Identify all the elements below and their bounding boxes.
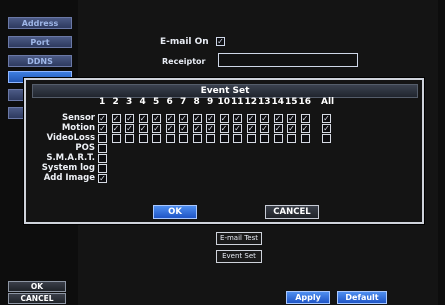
channel-header: 8 [193, 97, 200, 107]
event-row-label: S.M.A.R.T. [46, 153, 95, 163]
sidebar-item-port[interactable]: Port [8, 36, 72, 48]
event-checkbox[interactable]: ✓ [233, 124, 242, 133]
event-checkbox[interactable]: ✓ [219, 124, 229, 133]
channel-header: 10 [217, 97, 231, 107]
event-checkbox[interactable] [165, 134, 175, 143]
event-checkbox[interactable]: ✓ [165, 114, 175, 123]
event-row-label: VideoLoss [46, 133, 95, 143]
channel-header: 15 [285, 97, 298, 107]
event-checkbox[interactable] [192, 134, 202, 143]
event-checkbox[interactable]: ✓ [111, 114, 121, 123]
event-checkbox[interactable]: ✓ [246, 124, 256, 133]
email-settings-screen: Address Port DDNS E-mail On ✓ Receiptor … [0, 0, 445, 305]
channel-header: 5 [153, 97, 160, 107]
all-header: All [321, 97, 335, 107]
event-set-title: Event Set [32, 84, 418, 98]
channel-header: 6 [166, 97, 173, 107]
event-checkbox[interactable]: ✓ [152, 114, 161, 123]
event-checkbox[interactable] [98, 134, 107, 143]
event-all-checkbox[interactable] [322, 134, 331, 143]
event-checkbox[interactable] [300, 134, 310, 143]
event-checkbox[interactable] [152, 134, 161, 143]
event-checkbox[interactable]: ✓ [179, 124, 188, 133]
channel-header: 14 [271, 97, 285, 107]
channel-header: 4 [139, 97, 146, 107]
event-checkbox[interactable]: ✓ [300, 114, 310, 123]
event-all-checkbox[interactable]: ✓ [322, 124, 331, 133]
cancel-button[interactable]: CANCEL [8, 293, 66, 304]
email-on-label: E-mail On [160, 37, 209, 47]
sidebar-item-ddns[interactable]: DDNS [8, 55, 72, 67]
default-button[interactable]: Default [337, 291, 387, 304]
event-set-ok-button[interactable]: OK [153, 205, 197, 219]
event-checkbox[interactable]: ✓ [287, 124, 296, 133]
event-checkbox[interactable]: ✓ [165, 124, 175, 133]
event-checkbox[interactable] [206, 134, 215, 143]
event-checkbox[interactable]: ✓ [192, 114, 202, 123]
event-checkbox[interactable] [233, 134, 242, 143]
event-checkbox[interactable] [260, 134, 269, 143]
event-checkbox[interactable] [219, 134, 229, 143]
channel-header: 11 [231, 97, 244, 107]
event-checkbox[interactable] [179, 134, 188, 143]
event-all-checkbox[interactable]: ✓ [322, 114, 331, 123]
receiptor-label: Receiptor [162, 57, 206, 66]
event-set-dialog: Event Set 1 2 3 4 5 6 7 8 9 10 11 12 13 14 15 16 All Sen… [24, 78, 424, 224]
event-checkbox[interactable] [246, 134, 256, 143]
event-checkbox[interactable]: ✓ [260, 124, 269, 133]
channel-header: 7 [180, 97, 187, 107]
event-checkbox[interactable] [111, 134, 121, 143]
event-checkbox[interactable]: ✓ [260, 114, 269, 123]
event-checkbox[interactable]: ✓ [192, 124, 202, 133]
event-row-label: Sensor [61, 113, 95, 123]
event-checkbox[interactable]: ✓ [98, 174, 107, 183]
email-on-checkbox[interactable]: ✓ [216, 37, 225, 46]
event-checkbox[interactable]: ✓ [233, 114, 242, 123]
event-checkbox[interactable]: ✓ [206, 124, 215, 133]
event-checkbox[interactable]: ✓ [98, 124, 107, 133]
event-checkbox[interactable]: ✓ [125, 124, 134, 133]
ok-button[interactable]: OK [8, 281, 66, 292]
email-test-button[interactable]: E-mail Test [216, 232, 262, 245]
event-set-button[interactable]: Event Set [216, 250, 262, 263]
event-row-label: System log [41, 163, 95, 173]
event-checkbox[interactable]: ✓ [273, 124, 283, 133]
sidebar-item-address[interactable]: Address [8, 17, 72, 29]
event-checkbox[interactable] [125, 134, 134, 143]
event-checkbox[interactable]: ✓ [98, 114, 107, 123]
event-row-label: POS [75, 143, 95, 153]
channel-header: 2 [112, 97, 119, 107]
event-checkbox[interactable]: ✓ [138, 114, 148, 123]
event-checkbox[interactable]: ✓ [219, 114, 229, 123]
event-checkbox[interactable] [273, 134, 283, 143]
event-checkbox[interactable] [98, 144, 107, 153]
channel-header: 3 [126, 97, 133, 107]
channel-header: 9 [207, 97, 214, 107]
event-checkbox[interactable]: ✓ [179, 114, 188, 123]
event-checkbox[interactable]: ✓ [300, 124, 310, 133]
channel-header: 1 [99, 97, 106, 107]
event-checkbox[interactable]: ✓ [246, 114, 256, 123]
channel-header: 13 [258, 97, 271, 107]
event-checkbox[interactable]: ✓ [138, 124, 148, 133]
event-checkbox[interactable]: ✓ [287, 114, 296, 123]
event-checkbox[interactable] [138, 134, 148, 143]
event-checkbox[interactable] [98, 164, 107, 173]
channel-header: 12 [244, 97, 258, 107]
event-checkbox[interactable]: ✓ [125, 114, 134, 123]
event-checkbox[interactable]: ✓ [206, 114, 215, 123]
event-checkbox[interactable]: ✓ [152, 124, 161, 133]
receiptor-input[interactable] [218, 53, 358, 67]
event-checkbox[interactable]: ✓ [111, 124, 121, 133]
event-row-label: Motion [61, 123, 95, 133]
event-checkbox[interactable] [98, 154, 107, 163]
event-checkbox[interactable] [287, 134, 296, 143]
event-set-cancel-button[interactable]: CANCEL [265, 205, 319, 219]
event-row-label: Add Image [43, 173, 95, 183]
channel-header: 16 [298, 97, 312, 107]
event-checkbox[interactable]: ✓ [273, 114, 283, 123]
apply-button[interactable]: Apply [286, 291, 330, 304]
